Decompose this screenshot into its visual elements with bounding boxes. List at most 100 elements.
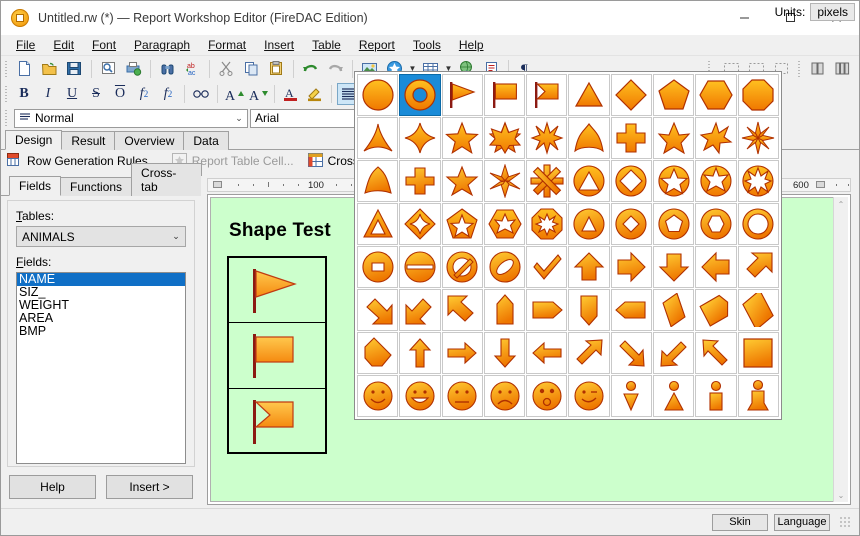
print-icon[interactable]: [122, 58, 145, 80]
shape-diamond[interactable]: [610, 74, 653, 116]
shape-thin-southwest-arrow[interactable]: [653, 332, 695, 374]
tables-select[interactable]: ANIMALS ⌄: [16, 226, 186, 247]
shape-five-point-star[interactable]: [441, 117, 483, 159]
rectangle-flag-shape[interactable]: [229, 323, 325, 389]
chevron-down-icon[interactable]: ⌄: [167, 231, 185, 242]
scroll-down-icon[interactable]: ⌄: [834, 488, 848, 502]
subscript-button[interactable]: f2: [133, 83, 155, 104]
shape-thin-right-arrow[interactable]: [441, 332, 483, 374]
scroll-up-icon[interactable]: ⌃: [834, 197, 848, 211]
right-indent-marker[interactable]: [816, 181, 825, 188]
shape-circle[interactable]: [357, 74, 399, 116]
shape-sad-face[interactable]: [483, 375, 526, 417]
shape-angled-tag[interactable]: [357, 332, 399, 374]
shape-circle-minus-bar[interactable]: [399, 246, 441, 288]
grow-font-button[interactable]: A: [223, 83, 245, 104]
shape-five-arm-thick-star[interactable]: [441, 160, 483, 202]
shape-octagon-eight-star-cut[interactable]: [526, 203, 568, 245]
shape-grin-face[interactable]: [399, 375, 441, 417]
panel-tab-fields[interactable]: Fields: [9, 176, 62, 196]
columns-two-icon[interactable]: [806, 58, 829, 80]
shape-surprised-face[interactable]: [526, 375, 568, 417]
menu-font[interactable]: Font: [83, 36, 125, 54]
shape-six-arm-star[interactable]: [695, 117, 737, 159]
resize-grip-icon[interactable]: [839, 516, 851, 528]
shape-person-rect-body[interactable]: [695, 375, 737, 417]
shape-thin-left-arrow[interactable]: [526, 332, 568, 374]
find-binoculars-icon[interactable]: [156, 58, 179, 80]
shape-down-arrow-block[interactable]: [653, 246, 695, 288]
language-button[interactable]: Language: [774, 513, 830, 531]
panel-tab-crosstab[interactable]: Cross-tab: [131, 163, 202, 196]
strikeout-button[interactable]: S: [85, 83, 107, 104]
shape-table[interactable]: [227, 256, 327, 454]
help-button[interactable]: Help: [9, 475, 96, 499]
skin-button[interactable]: Skin: [712, 513, 768, 531]
shape-swallowtail-flag[interactable]: [526, 74, 568, 116]
swallowtail-flag-shape[interactable]: [229, 389, 325, 454]
shape-circle-eight-star-cut[interactable]: [737, 160, 779, 202]
shape-hexagon[interactable]: [695, 74, 737, 116]
menu-table[interactable]: Table: [303, 36, 350, 54]
shape-up-arrow-block[interactable]: [568, 246, 610, 288]
tab-design[interactable]: Design: [5, 130, 63, 150]
shape-no-entry-ellipse[interactable]: [483, 246, 526, 288]
shape-circle-ring-hole[interactable]: [737, 203, 779, 245]
shape-right-pentagon-arrow[interactable]: [526, 289, 568, 331]
shape-three-lobe-rounded[interactable]: [357, 160, 399, 202]
toolbar-grip-right2[interactable]: [796, 59, 803, 78]
hidden-text-glasses-icon[interactable]: [190, 83, 212, 104]
style-combo[interactable]: Normal ⌄: [14, 108, 248, 128]
shape-wink-face[interactable]: [568, 375, 610, 417]
shape-circle-pentagon-hole[interactable]: [653, 203, 695, 245]
shape-square[interactable]: [737, 332, 779, 374]
shape-pentagon-star-cut[interactable]: [441, 203, 483, 245]
shape-circle-diamond-cut[interactable]: [610, 160, 653, 202]
shape-thin-northwest-arrow[interactable]: [695, 332, 737, 374]
tab-overview[interactable]: Overview: [114, 131, 185, 150]
shape-rhombus-tag[interactable]: [737, 289, 779, 331]
shape-left-slanted-tag[interactable]: [695, 289, 737, 331]
shape-triangle[interactable]: [568, 74, 610, 116]
shape-left-arrow-block[interactable]: [695, 246, 737, 288]
shape-person-skirt-body[interactable]: [737, 375, 779, 417]
shape-circle-star-cut[interactable]: [653, 160, 695, 202]
replace-abc-icon[interactable]: ab ac: [181, 58, 204, 80]
menu-tools[interactable]: Tools: [404, 36, 450, 54]
shape-octagon[interactable]: [737, 74, 779, 116]
document-vertical-scrollbar[interactable]: ⌃ ⌄: [833, 197, 848, 502]
menu-insert[interactable]: Insert: [255, 36, 303, 54]
shape-checkmark[interactable]: [526, 246, 568, 288]
shape-thin-down-arrow[interactable]: [483, 332, 526, 374]
superscript-button[interactable]: f2: [157, 83, 179, 104]
menu-paragraph[interactable]: Paragraph: [125, 36, 199, 54]
shape-eight-arm-star[interactable]: [737, 117, 779, 159]
underline-button[interactable]: U: [61, 83, 83, 104]
format-toolbar-grip[interactable]: [3, 84, 10, 103]
shape-hexagon-six-star-cut[interactable]: [483, 203, 526, 245]
shape-pennant-flag[interactable]: [441, 74, 483, 116]
shape-donut-ring[interactable]: [399, 74, 441, 116]
menu-edit[interactable]: Edit: [44, 36, 83, 54]
combo-row-grip[interactable]: [3, 109, 10, 127]
shape-person-triangle-down[interactable]: [610, 375, 653, 417]
menu-file[interactable]: File: [7, 36, 44, 54]
pennant-flag-shape[interactable]: [229, 258, 325, 324]
print-preview-icon[interactable]: [97, 58, 120, 80]
shape-left-pentagon-arrow[interactable]: [610, 289, 653, 331]
shape-palette-popup[interactable]: [354, 71, 782, 420]
shape-three-lobe-blob[interactable]: [568, 117, 610, 159]
toolbar-grip[interactable]: [3, 59, 10, 78]
shape-up-pentagon-arrow[interactable]: [483, 289, 526, 331]
shape-no-entry-slash[interactable]: [441, 246, 483, 288]
shape-circle-rect-hole[interactable]: [357, 246, 399, 288]
shape-down-pentagon-arrow[interactable]: [568, 289, 610, 331]
shape-three-point-concave-star[interactable]: [357, 117, 399, 159]
bold-button[interactable]: B: [13, 83, 35, 104]
shape-right-arrow-block[interactable]: [610, 246, 653, 288]
shape-rectangle-flag[interactable]: [483, 74, 526, 116]
shape-southeast-arrow-block[interactable]: [357, 289, 399, 331]
shape-circle-six-star-cut[interactable]: [695, 160, 737, 202]
shape-smiley-face[interactable]: [357, 375, 399, 417]
tab-data[interactable]: Data: [183, 131, 229, 150]
